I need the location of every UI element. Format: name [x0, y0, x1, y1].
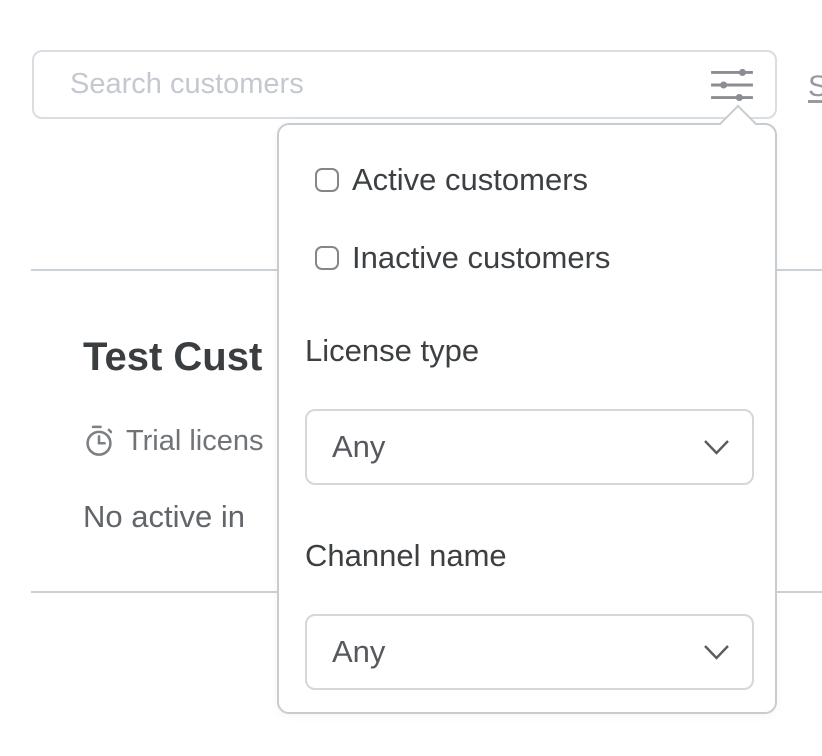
filter-sliders-icon [709, 65, 755, 105]
license-type-value: Any [332, 429, 703, 465]
filter-popover: Active customers Inactive customers Lice… [277, 123, 777, 714]
customer-title: Test Cust [83, 335, 262, 380]
filter-button[interactable] [703, 52, 761, 117]
chevron-down-icon [703, 439, 730, 456]
license-type-select[interactable]: Any [305, 409, 754, 485]
inactive-customers-label: Inactive customers [352, 240, 610, 276]
channel-name-value: Any [332, 634, 703, 670]
inactive-customers-option[interactable]: Inactive customers [315, 240, 610, 276]
active-customers-checkbox[interactable] [315, 168, 339, 192]
active-customers-option[interactable]: Active customers [315, 162, 588, 198]
channel-name-select[interactable]: Any [305, 614, 754, 690]
search-bar [32, 50, 777, 119]
trial-timer-icon [81, 423, 117, 459]
license-text: Trial licens [126, 425, 264, 458]
license-row: Trial licens [81, 423, 264, 459]
chevron-down-icon [703, 644, 730, 661]
customer-status-text: No active in [83, 499, 245, 535]
license-type-label: License type [305, 333, 479, 369]
sort-link-partial[interactable]: S [808, 70, 822, 104]
inactive-customers-checkbox[interactable] [315, 246, 339, 270]
customers-page: S Test Cust Trial licens No active in Ac… [0, 0, 822, 756]
channel-name-label: Channel name [305, 538, 507, 574]
active-customers-label: Active customers [352, 162, 588, 198]
search-input[interactable] [34, 52, 775, 117]
